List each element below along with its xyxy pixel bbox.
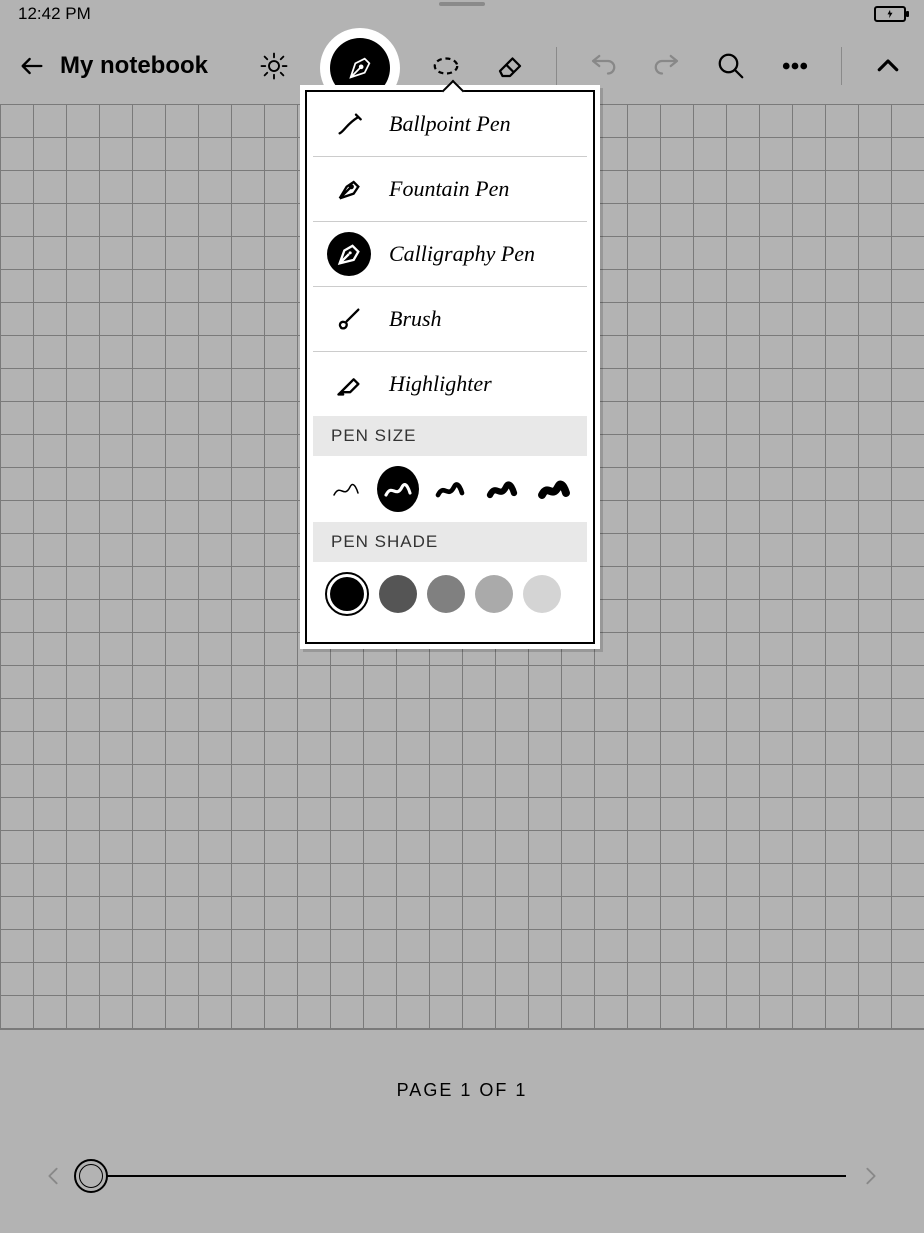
pen-option-brush[interactable]: Brush <box>313 287 587 352</box>
pen-nib-icon <box>346 54 374 82</box>
toolbar-divider <box>556 47 557 85</box>
prev-page-button[interactable] <box>42 1165 64 1187</box>
pen-size-3[interactable] <box>429 466 471 512</box>
pen-option-label: Brush <box>389 306 442 332</box>
pen-popover: Ballpoint Pen Fountain Pen Calligraphy P… <box>300 85 600 649</box>
pen-option-calligraphy[interactable]: Calligraphy Pen <box>313 222 587 287</box>
eraser-icon <box>495 51 525 81</box>
next-page-button[interactable] <box>860 1165 882 1187</box>
pen-size-5[interactable] <box>533 466 575 512</box>
page-slider-track[interactable] <box>78 1175 846 1177</box>
highlighter-pen-icon <box>327 362 371 406</box>
toolbar-divider <box>841 47 842 85</box>
page-indicator: PAGE 1 OF 1 <box>0 1030 924 1101</box>
pen-option-highlighter[interactable]: Highlighter <box>313 352 587 416</box>
arrow-left-icon <box>18 52 46 80</box>
pen-size-1[interactable] <box>325 466 367 512</box>
pen-size-2[interactable] <box>377 466 419 512</box>
redo-icon <box>652 51 682 81</box>
undo-button[interactable] <box>585 48 621 84</box>
pen-option-label: Highlighter <box>389 371 492 397</box>
pen-option-fountain[interactable]: Fountain Pen <box>313 157 587 222</box>
pen-option-label: Ballpoint Pen <box>389 111 511 137</box>
footer: PAGE 1 OF 1 <box>0 1029 924 1233</box>
pen-option-label: Fountain Pen <box>389 176 509 202</box>
pen-shade-4[interactable] <box>475 575 513 613</box>
pen-size-heading: PEN SIZE <box>313 416 587 456</box>
search-icon <box>716 51 746 81</box>
search-button[interactable] <box>713 48 749 84</box>
brightness-button[interactable] <box>256 48 292 84</box>
undo-icon <box>588 51 618 81</box>
chevron-up-icon <box>873 51 903 81</box>
ballpoint-pen-icon <box>327 102 371 146</box>
collapse-button[interactable] <box>870 48 906 84</box>
clock: 12:42 PM <box>18 4 91 24</box>
redo-button[interactable] <box>649 48 685 84</box>
page-slider-thumb[interactable] <box>74 1159 108 1193</box>
notebook-title: My notebook <box>60 52 208 80</box>
lasso-icon <box>431 51 461 81</box>
pen-shade-5[interactable] <box>523 575 561 613</box>
pen-size-4[interactable] <box>481 466 523 512</box>
eraser-button[interactable] <box>492 48 528 84</box>
pen-shade-heading: PEN SHADE <box>313 522 587 562</box>
pen-option-ballpoint[interactable]: Ballpoint Pen <box>313 92 587 157</box>
drag-handle[interactable] <box>439 2 485 6</box>
pen-shade-3[interactable] <box>427 575 465 613</box>
sun-icon <box>259 51 289 81</box>
brush-pen-icon <box>327 297 371 341</box>
pen-option-label: Calligraphy Pen <box>389 241 535 267</box>
more-horizontal-icon <box>780 51 810 81</box>
more-button[interactable] <box>777 48 813 84</box>
page-slider <box>42 1165 882 1187</box>
battery-charging-icon <box>874 6 906 22</box>
pen-shade-2[interactable] <box>379 575 417 613</box>
back-button[interactable]: My notebook <box>18 52 208 80</box>
pen-shade-1-selected[interactable] <box>325 572 369 616</box>
pen-shade-1[interactable] <box>330 577 364 611</box>
fountain-pen-icon <box>327 167 371 211</box>
selection-tool-button[interactable] <box>428 48 464 84</box>
calligraphy-pen-icon <box>327 232 371 276</box>
